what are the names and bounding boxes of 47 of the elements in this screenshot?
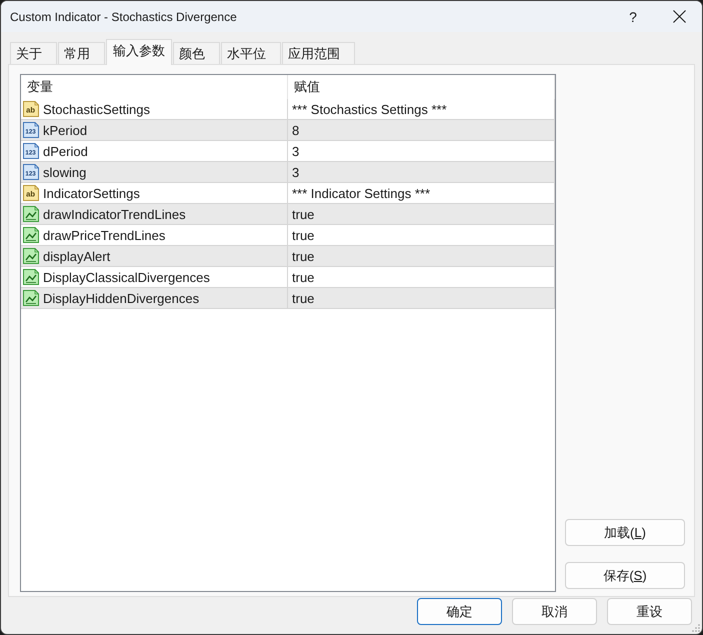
table-row[interactable]: displayAlert true [21, 246, 555, 267]
parameter-value: 8 [292, 122, 300, 138]
line-chart-icon [23, 290, 39, 306]
tab[interactable]: 颜色 [173, 42, 220, 64]
parameter-value: true [292, 206, 314, 222]
parameter-value: *** Indicator Settings *** [292, 186, 430, 200]
parameter-name: IndicatorSettings [43, 186, 140, 200]
parameter-name: kPeriod [43, 122, 88, 138]
table-row[interactable]: drawIndicatorTrendLines true [21, 204, 555, 225]
parameter-value: 3 [292, 164, 300, 180]
parameter-name: drawIndicatorTrendLines [43, 206, 186, 222]
parameter-value: true [292, 228, 314, 242]
parameter-name: displayAlert [43, 248, 110, 264]
line-chart-icon [23, 227, 39, 243]
line-chart-icon [23, 248, 39, 264]
table-row[interactable]: drawPriceTrendLines true [21, 225, 555, 246]
tab[interactable]: 水平位 [221, 42, 281, 64]
parameter-value: true [292, 270, 314, 284]
close-icon [672, 10, 686, 23]
column-header[interactable]: 赋值 [294, 78, 320, 96]
side-button[interactable]: 保存(S) [565, 562, 685, 589]
parameter-name: DisplayClassicalDivergences [43, 270, 210, 284]
tab[interactable]: 关于 [10, 42, 57, 64]
resize-grip-icon[interactable] [692, 624, 700, 632]
window-title: Custom Indicator - Stochastics Divergence [10, 10, 237, 24]
parameter-value: *** Stochastics Settings *** [292, 102, 447, 116]
parameter-value: true [292, 248, 314, 264]
parameter-name: StochasticSettings [43, 102, 150, 116]
column-header[interactable]: 变量 [27, 78, 53, 96]
parameter-value: true [292, 290, 314, 306]
table-row[interactable]: DisplayClassicalDivergences true [21, 267, 555, 288]
parameter-name: drawPriceTrendLines [43, 228, 166, 242]
tab[interactable]: 应用范围 [282, 42, 355, 64]
table-row[interactable]: DisplayHiddenDivergences true [21, 288, 555, 309]
dialog-button[interactable]: 重设 [607, 598, 692, 625]
tab[interactable]: 输入参数 [106, 39, 172, 65]
side-button[interactable]: 加载(L) [565, 519, 685, 546]
line-chart-icon [23, 269, 39, 285]
line-chart-icon [23, 206, 39, 222]
parameter-value: 3 [292, 144, 300, 158]
help-button[interactable]: ? [610, 1, 656, 32]
parameter-name: slowing [43, 164, 86, 180]
parameter-name: dPeriod [43, 144, 88, 158]
parameter-name: DisplayHiddenDivergences [43, 290, 200, 306]
dialog-button[interactable]: 确定 [417, 598, 502, 625]
tab[interactable]: 常用 [58, 42, 105, 64]
dialog-button[interactable]: 取消 [512, 598, 597, 625]
